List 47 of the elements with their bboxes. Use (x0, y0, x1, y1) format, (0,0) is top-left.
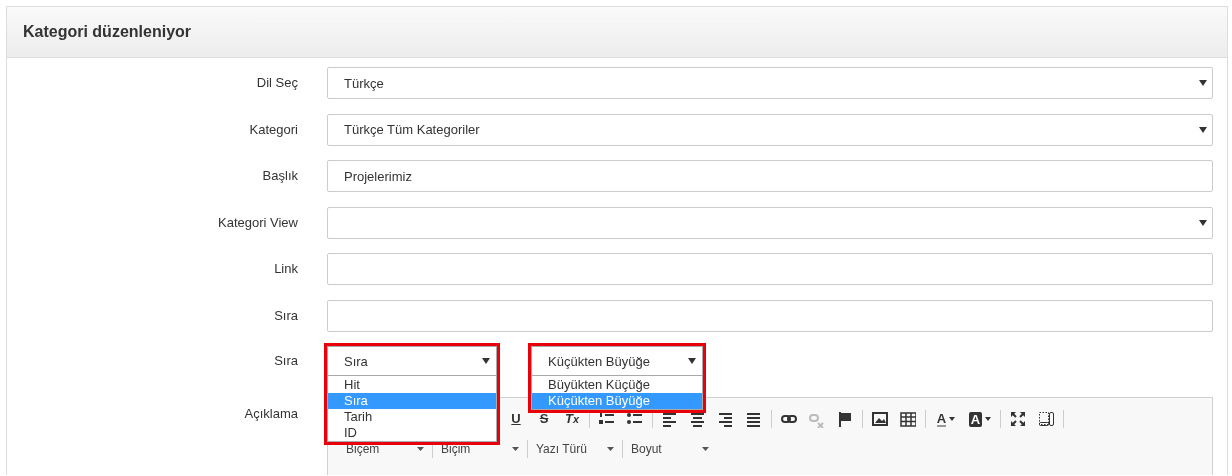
select-field[interactable]: Sıra (327, 346, 497, 376)
field-label: Başlık (261, 167, 299, 185)
caret-icon (512, 447, 519, 451)
dropdown-option[interactable]: Tarih (328, 409, 496, 425)
format-combo[interactable]: Boyut (623, 442, 717, 456)
caret-icon (949, 417, 956, 421)
background-color-button[interactable]: A (965, 409, 995, 429)
caret-icon (702, 447, 709, 451)
caret-icon (688, 358, 696, 364)
caret-icon (1199, 126, 1207, 133)
select-field[interactable] (327, 206, 1213, 239)
field-label: Açıklama (243, 405, 299, 423)
caret-icon (1199, 219, 1207, 226)
table-icon[interactable] (900, 410, 916, 428)
dropdown-option[interactable]: Büyükten Küçüğe (532, 377, 702, 393)
dropdown-option[interactable]: ID (328, 425, 496, 441)
select-field[interactable]: Türkçe (327, 67, 1213, 99)
caret-icon (1199, 80, 1207, 86)
flag-icon[interactable] (837, 410, 853, 428)
show-blocks-icon[interactable] (1038, 410, 1054, 428)
dropdown-option[interactable]: Hit (328, 377, 496, 393)
field-label: Dil Seç (255, 74, 299, 92)
caret-icon (417, 447, 424, 451)
select-field[interactable]: Türkçe Tüm Kategoriler (327, 113, 1213, 146)
underline-button[interactable]: U (504, 409, 528, 429)
input-field[interactable]: Projelerimiz (327, 160, 1213, 192)
field-label: Sıra (273, 306, 299, 325)
format-combo[interactable]: Yazı Türü (528, 442, 622, 456)
field-label: Link (273, 260, 299, 278)
maximize-icon[interactable] (1010, 410, 1026, 428)
align-left-icon[interactable] (662, 410, 678, 428)
field-label: Kategori View (217, 213, 299, 232)
select-field[interactable]: Küçükten Büyüğe (531, 346, 703, 376)
panel-title: Kategori düzenleniyor (23, 23, 192, 41)
caret-icon (985, 417, 992, 421)
caret-icon (607, 447, 614, 451)
caret-icon (482, 358, 490, 364)
align-right-icon[interactable] (718, 410, 734, 428)
image-icon[interactable] (872, 410, 888, 428)
align-center-icon[interactable] (690, 410, 706, 428)
field-label: Kategori (248, 120, 299, 139)
text-color-button[interactable]: A (931, 409, 961, 429)
input-field[interactable] (327, 299, 1213, 332)
input-field[interactable] (327, 253, 1213, 285)
strikethrough-button[interactable]: S (532, 409, 556, 429)
justify-icon[interactable] (746, 410, 762, 428)
field-label: Sıra (273, 352, 299, 370)
